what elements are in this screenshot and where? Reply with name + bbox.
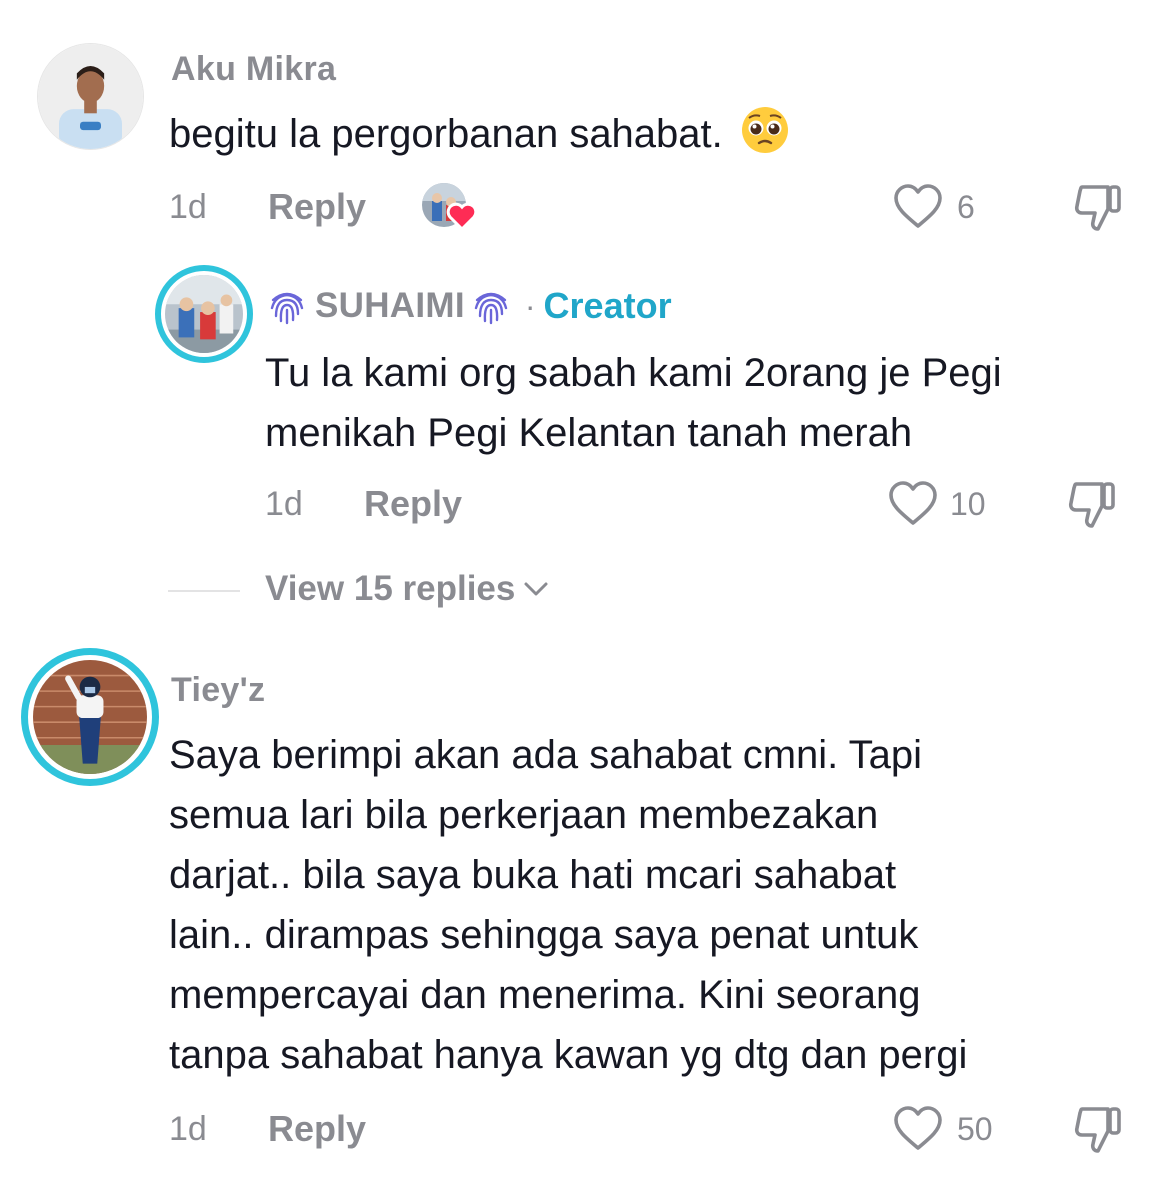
fingerprint-icon: [267, 286, 307, 326]
separator-dot: ·: [524, 287, 536, 324]
comment-header: SUHAIMI · Creator: [267, 284, 672, 328]
like-heart-icon[interactable]: [892, 183, 944, 231]
comment-time: 1d: [169, 1110, 207, 1148]
like-count: 6: [957, 189, 975, 225]
comment-line: darjat.. bila saya buka hati mcari sahab…: [169, 853, 897, 897]
creator-liked-badge: [422, 183, 480, 232]
like-count: 10: [950, 486, 986, 522]
comment-time: 1d: [265, 485, 303, 523]
comment-line: Tu la kami org sabah kami 2orang je Pegi: [265, 351, 1002, 395]
comment-text: begitu la pergorbanan sahabat.: [169, 104, 790, 164]
comment-text: Tu la kami org sabah kami 2orang je Pegi…: [265, 343, 1002, 463]
comment-username[interactable]: Tiey'z: [171, 671, 265, 710]
view-replies-label: View 15 replies: [265, 569, 516, 608]
reply-button[interactable]: Reply: [268, 1108, 366, 1150]
view-replies-divider: [168, 590, 240, 592]
avatar-image: [38, 44, 143, 149]
like-heart-icon[interactable]: [892, 1105, 944, 1153]
comment-line: tanpa sahabat hanya kawan yg dtg dan per…: [169, 1033, 968, 1077]
reply-button[interactable]: Reply: [268, 186, 366, 228]
comment-line: semua lari bila perkerjaan membezakan: [169, 793, 879, 837]
chevron-down-icon: [523, 579, 549, 599]
creator-badge: Creator: [543, 285, 672, 326]
avatar-suhaimi: [165, 275, 243, 353]
dislike-icon[interactable]: [1066, 480, 1118, 530]
story-ring[interactable]: [21, 648, 159, 786]
like-heart-icon[interactable]: [887, 480, 939, 528]
comment-username[interactable]: Aku Mikra: [171, 50, 336, 89]
comment-line: menikah Pegi Kelantan tanah merah: [265, 411, 913, 455]
like-count: 50: [957, 1111, 993, 1147]
fingerprint-icon: [471, 286, 511, 326]
comment-text: Saya berimpi akan ada sahabat cmni. Tapi…: [169, 725, 967, 1085]
heart-badge-icon: [446, 201, 478, 232]
view-replies-button[interactable]: View 15 replies: [265, 569, 549, 609]
avatar-aku-mikra[interactable]: [37, 43, 144, 150]
comment-line: mempercayai dan menerima. Kini seorang: [169, 973, 921, 1017]
dislike-icon[interactable]: [1072, 183, 1124, 233]
story-ring[interactable]: [155, 265, 253, 363]
comment-username[interactable]: SUHAIMI: [315, 286, 465, 326]
comment-text-body: begitu la pergorbanan sahabat.: [169, 112, 723, 156]
reply-button[interactable]: Reply: [364, 483, 462, 525]
comment-line: lain.. dirampas sehingga saya penat untu…: [169, 913, 919, 957]
avatar-tieyz: [33, 660, 147, 774]
comment-time: 1d: [169, 188, 207, 226]
dislike-icon[interactable]: [1072, 1105, 1124, 1155]
pleading-face-emoji: [740, 105, 790, 155]
comment-line: Saya berimpi akan ada sahabat cmni. Tapi: [169, 733, 923, 777]
